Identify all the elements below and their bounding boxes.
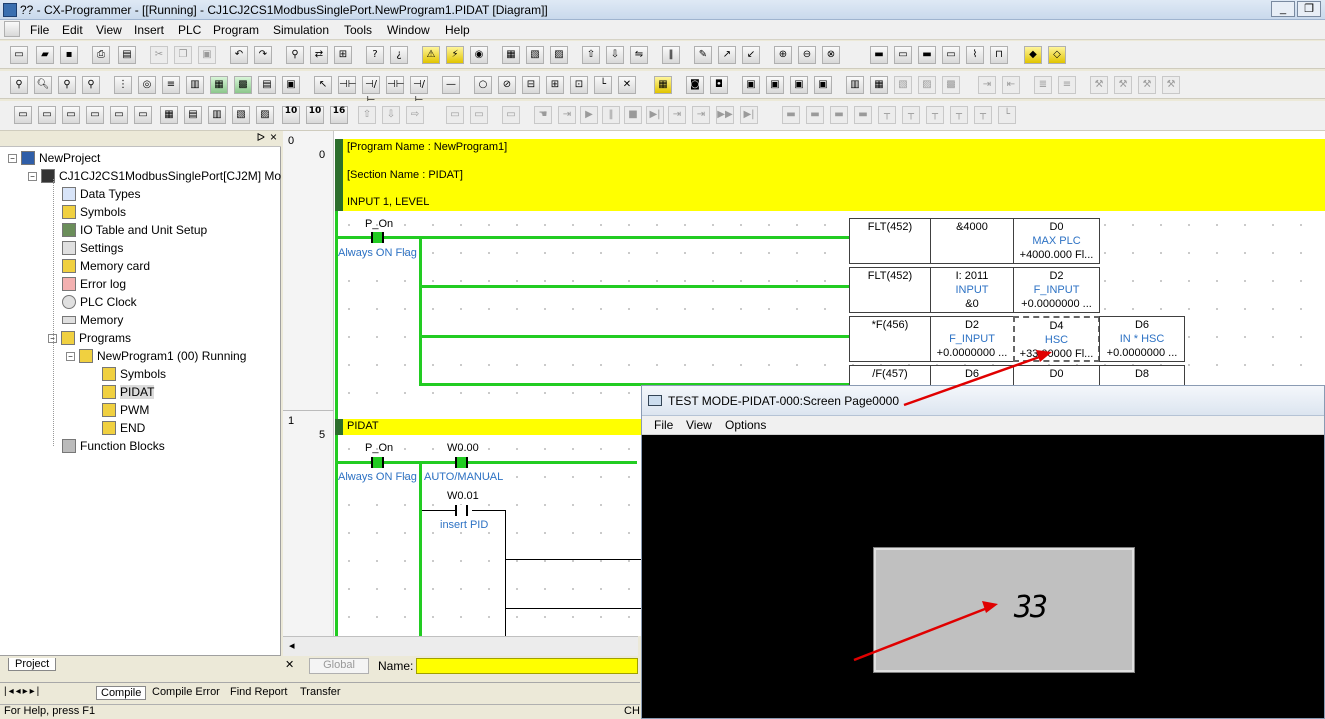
arrow-display [853,605,991,662]
arrowhead-display [982,601,998,613]
arrowhead-hsc [1036,350,1052,362]
arrow-hsc [903,353,1046,407]
annotation-arrows [853,350,1052,662]
